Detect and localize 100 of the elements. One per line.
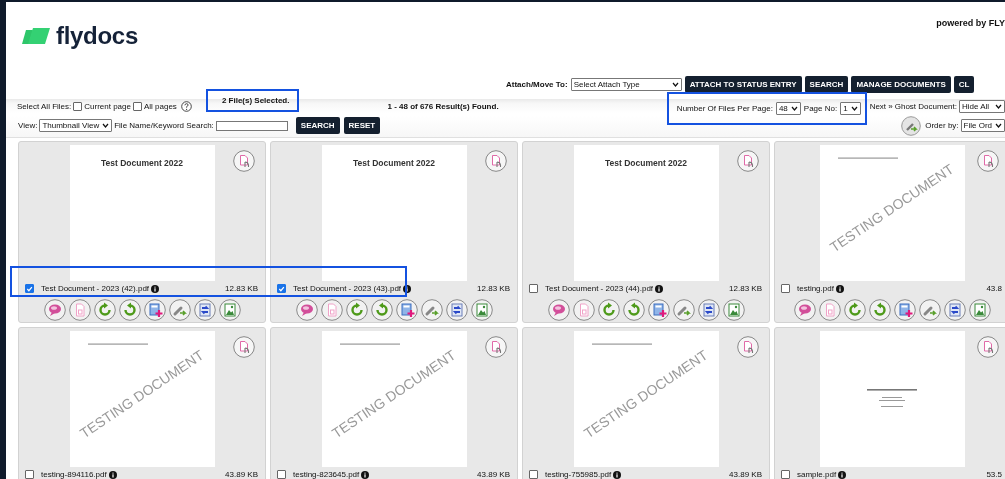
add-page-icon[interactable] [647, 299, 670, 321]
chevron-icon [995, 103, 1002, 109]
search-field[interactable] [215, 120, 288, 131]
info-icon [838, 470, 847, 479]
document-icon[interactable] [572, 299, 595, 321]
link-icon[interactable] [672, 299, 695, 321]
logo-text: flydocs [56, 22, 138, 50]
document-title: Test Document 2022 [604, 158, 687, 168]
info-icon [613, 470, 622, 479]
swap-icon[interactable] [445, 299, 468, 321]
info-icon [655, 284, 664, 293]
text-line-drawing [591, 343, 652, 346]
document-icon[interactable] [818, 299, 841, 321]
attach-label: Attach/Move To: [506, 79, 568, 89]
checkbox[interactable] [781, 470, 790, 479]
image-icon[interactable] [218, 299, 241, 321]
order-by-select[interactable]: File Ord [960, 119, 1005, 132]
checkbox[interactable] [529, 470, 538, 479]
add-page-icon[interactable] [143, 299, 166, 321]
document-pointer-icon[interactable] [737, 336, 759, 358]
swap-icon[interactable] [193, 299, 216, 321]
order-icon[interactable] [901, 115, 922, 136]
document-pointer-icon[interactable] [737, 150, 759, 172]
add-page-icon[interactable] [893, 299, 916, 321]
results-count-text: 1 - 48 of 676 Result(s) Found. [387, 101, 499, 111]
info-icon [108, 470, 117, 479]
link-icon[interactable] [918, 299, 941, 321]
text-line-drawing [339, 343, 400, 346]
search-bar-button[interactable]: SEARCH [295, 117, 340, 134]
toolbar-button[interactable]: CL [953, 75, 975, 93]
document-pointer-icon[interactable] [977, 150, 999, 172]
swap-icon[interactable] [697, 299, 720, 321]
checkbox[interactable] [277, 470, 286, 479]
document-pointer-icon[interactable] [233, 150, 255, 172]
file-size: 43.89 KB [477, 470, 510, 479]
chevron-icon [850, 105, 858, 111]
view-select[interactable]: Thumbnail View [39, 119, 113, 132]
checkbox[interactable] [25, 470, 34, 479]
checkbox[interactable] [132, 101, 142, 111]
image-icon[interactable] [968, 299, 991, 321]
search-bar-button[interactable]: RESET [343, 117, 381, 134]
checkbox[interactable] [529, 284, 538, 293]
next-link[interactable]: Next » [869, 101, 893, 111]
text-line-drawing [837, 157, 898, 160]
checkbox[interactable] [277, 284, 286, 293]
checkbox[interactable] [25, 284, 34, 293]
page-label: Page No: [803, 103, 838, 113]
select-all-label: Select All Files: [17, 101, 72, 111]
checkbox[interactable] [781, 284, 790, 293]
help-icon [180, 100, 192, 112]
toolbar-button[interactable]: ATTACH TO STATUS ENTRY [684, 75, 802, 93]
link-icon[interactable] [420, 299, 443, 321]
file-size: 53.5 [986, 470, 1002, 479]
comment-icon[interactable] [547, 299, 570, 321]
swap-icon[interactable] [943, 299, 966, 321]
page-select[interactable]: 1 [840, 101, 861, 115]
chevron-icon [790, 105, 798, 111]
file-size: 12.83 KB [225, 284, 258, 293]
document-icon[interactable] [320, 299, 343, 321]
image-icon[interactable] [722, 299, 745, 321]
chevron-icon [671, 81, 679, 87]
file-name: testing-823645.pdf [293, 470, 360, 479]
info-icon [403, 284, 412, 293]
checkbox-label: All pages [143, 101, 177, 111]
comment-icon[interactable] [295, 299, 318, 321]
comment-icon[interactable] [793, 299, 816, 321]
toolbar-button[interactable]: MANAGE DOCUMENTS [851, 75, 951, 93]
document-icon[interactable] [68, 299, 91, 321]
file-name: testing.pdf [797, 284, 834, 293]
document-pointer-icon[interactable] [977, 336, 999, 358]
document-pointer-icon[interactable] [485, 336, 507, 358]
ghost-document-label: Ghost Document: [894, 101, 957, 111]
document-pointer-icon[interactable] [485, 150, 507, 172]
document-title: Test Document 2022 [352, 158, 435, 168]
selected-count-text: 2 File(s) Selected. [221, 95, 290, 105]
text-line-drawing [87, 343, 148, 346]
comment-icon[interactable] [43, 299, 66, 321]
document-pointer-icon[interactable] [233, 336, 255, 358]
order-by-label: Order by: [925, 121, 959, 130]
chevron-icon [102, 123, 110, 128]
document-title: Test Document 2022 [100, 158, 183, 168]
file-name: sample.pdf [797, 470, 837, 479]
file-name: Test Document - 2023 (43).pdf [293, 284, 402, 293]
image-icon[interactable] [470, 299, 493, 321]
info-icon [151, 284, 160, 293]
link-icon[interactable] [168, 299, 191, 321]
per-page-select[interactable]: 48 [775, 101, 801, 115]
info-icon [835, 284, 844, 293]
file-size: 43.89 KB [225, 470, 258, 479]
attach-type-select[interactable]: Select Attach Type [570, 77, 682, 91]
add-page-icon[interactable] [395, 299, 418, 321]
file-name: Test Document - 2023 (42).pdf [41, 284, 150, 293]
toolbar-button[interactable]: SEARCH [804, 75, 849, 93]
ghost-document-select[interactable]: Hide All [959, 99, 1005, 113]
file-size: 43.8 [986, 284, 1002, 293]
file-name: Test Document - 2023 (44).pdf [545, 284, 654, 293]
checkbox[interactable] [73, 101, 83, 111]
info-icon [361, 470, 370, 479]
powered-by-text: powered by FLY [936, 18, 1005, 28]
view-label: View: [18, 121, 38, 130]
